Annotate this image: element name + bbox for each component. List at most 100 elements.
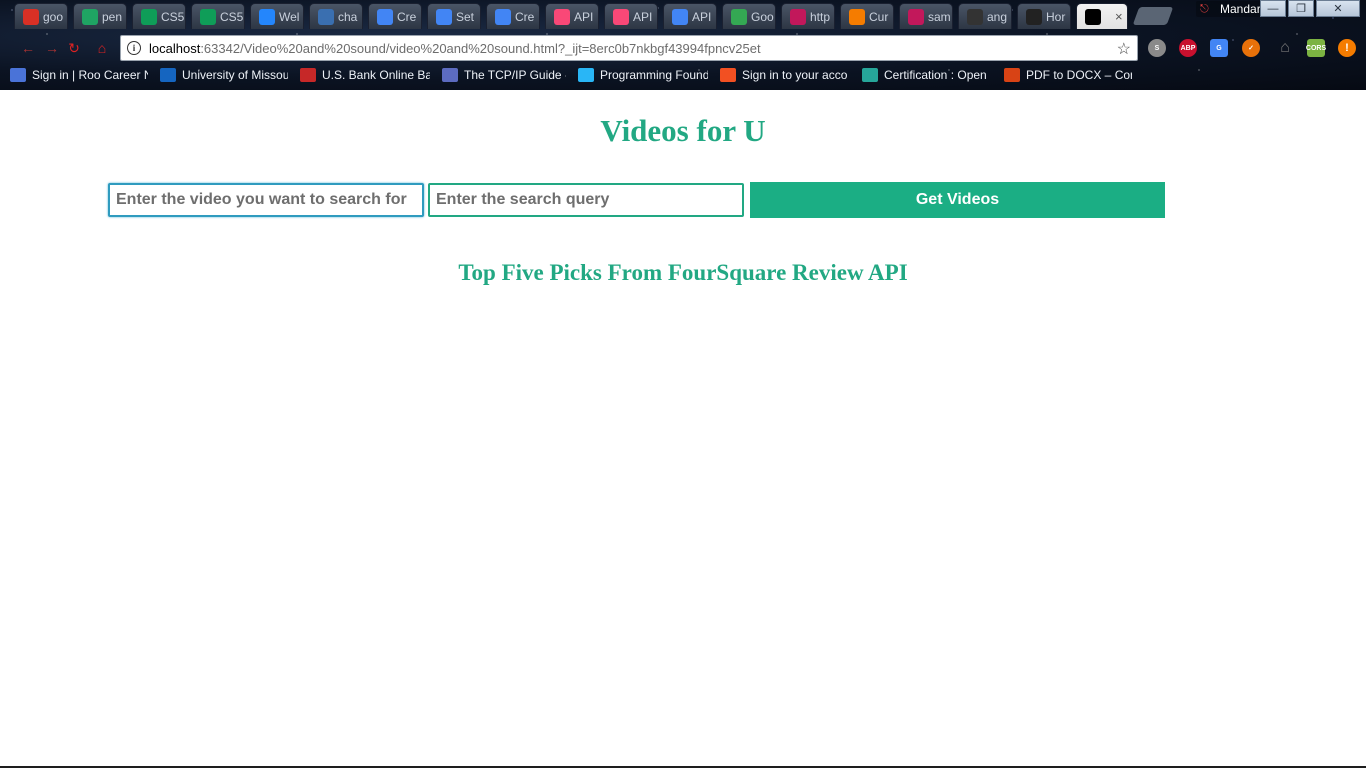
search-query-input[interactable] <box>428 183 744 217</box>
bookmark-star-icon[interactable]: ☆ <box>1117 39 1131 59</box>
browser-tab[interactable]: Wel <box>250 3 304 29</box>
bookmark-label: PDF to DOCX – Conv <box>1026 68 1132 82</box>
cors-extension-icon[interactable]: CORS <box>1306 39 1326 57</box>
tab-title: cha <box>338 9 358 24</box>
bookmark-item[interactable]: The TCP/IP Guide - In <box>442 68 566 82</box>
google-icon <box>436 8 452 25</box>
browser-tab[interactable]: Cre <box>486 3 540 29</box>
tab-title: http <box>810 9 831 24</box>
tab-title: Cre <box>515 9 535 24</box>
profile-icon: ⎋ <box>1200 3 1209 15</box>
search-form: Get Videos <box>108 182 1166 218</box>
stopwatch-extension-icon[interactable]: ✓ <box>1242 39 1260 57</box>
bookmark-label: The TCP/IP Guide - In <box>464 68 566 82</box>
browser-tab[interactable]: Hor <box>1017 3 1071 29</box>
forward-icon[interactable]: → <box>44 40 60 56</box>
bookmark-item[interactable]: Programming Found <box>578 68 708 82</box>
page-content: Videos for U Get Videos Top Five Picks F… <box>0 90 1366 766</box>
gmail-icon <box>23 8 39 25</box>
bookmark-item[interactable]: Sign in | Roo Career N <box>10 68 148 82</box>
minimize-button[interactable]: — <box>1260 0 1286 17</box>
browser-tab[interactable]: API <box>604 3 658 29</box>
browser-tab[interactable]: pen <box>73 3 127 29</box>
bookmark-item[interactable]: Sign in to your acco <box>720 68 850 82</box>
github-icon <box>1026 8 1042 25</box>
browser-tab[interactable]: sam <box>899 3 953 29</box>
google-sheets-icon <box>200 8 216 25</box>
new-tab-button[interactable] <box>1132 7 1174 25</box>
adblock-plus-icon[interactable]: ABP <box>1179 39 1197 57</box>
google-sheets-icon <box>141 8 157 25</box>
browser-tab[interactable]: ang <box>958 3 1012 29</box>
document-icon <box>908 8 924 25</box>
close-window-button[interactable]: ✕ <box>1316 0 1360 17</box>
bank-icon <box>300 68 316 82</box>
box-icon <box>259 8 275 25</box>
tab-title: Goo <box>751 9 774 24</box>
certificate-icon <box>862 68 878 82</box>
bookmark-label: Certification : Open <box>884 68 987 82</box>
home-icon[interactable]: ⌂ <box>94 40 110 56</box>
get-videos-button[interactable]: Get Videos <box>750 182 1165 218</box>
reload-icon[interactable]: ↻ <box>66 40 82 56</box>
browser-tab[interactable]: Goo <box>722 3 776 29</box>
pdf-icon <box>1004 68 1020 82</box>
results-heading: Top Five Picks From FourSquare Review AP… <box>458 260 908 285</box>
browser-tab[interactable]: CS5 <box>132 3 186 29</box>
browser-tab[interactable]: Cur <box>840 3 894 29</box>
google-icon <box>377 8 393 25</box>
address-bar[interactable]: i localhost:63342/Video%20and%20sound/vi… <box>120 35 1138 61</box>
home-extension-icon[interactable]: ⌂ <box>1276 39 1294 57</box>
bookmark-label: U.S. Bank Online Ban <box>322 68 430 82</box>
wiki-icon <box>578 68 594 82</box>
google-icon <box>495 8 511 25</box>
tab-title: Cur <box>869 9 889 24</box>
url-path: :63342/Video%20and%20sound/video%20and%2… <box>200 40 761 56</box>
back-icon[interactable]: ← <box>20 40 36 56</box>
bookmark-item[interactable]: Certification : Open <box>862 68 992 82</box>
site-info-icon[interactable]: i <box>127 41 141 55</box>
bookmark-item[interactable]: University of Missou <box>160 68 288 82</box>
bookmarks-bar: Sign in | Roo Career N University of Miss… <box>0 62 1366 88</box>
video-search-input[interactable] <box>108 183 424 217</box>
microsoft-icon <box>720 68 736 82</box>
bookmark-icon <box>10 68 26 82</box>
browser-tab[interactable]: API <box>545 3 599 29</box>
tab-title: sam <box>928 9 951 24</box>
network-icon <box>442 68 458 82</box>
alert-extension-icon[interactable]: ! <box>1338 39 1356 57</box>
window-controls: — ❐ ✕ <box>1260 0 1360 17</box>
browser-chrome: goo pen CS5 CS5 Wel cha Cre Set Cre API API API Goo h… <box>0 0 1366 90</box>
browser-tab[interactable]: cha <box>309 3 363 29</box>
browser-tab[interactable]: × <box>1076 3 1128 29</box>
bookmark-item[interactable]: PDF to DOCX – Conv <box>1004 68 1132 82</box>
bookmark-label: Programming Found <box>600 68 708 82</box>
tab-strip: goo pen CS5 CS5 Wel cha Cre Set Cre API API API Goo h… <box>0 0 1366 30</box>
tab-title: API <box>692 9 712 24</box>
browser-tab[interactable]: http <box>781 3 835 29</box>
close-tab-icon[interactable]: × <box>1115 9 1123 24</box>
tab-title: API <box>633 9 653 24</box>
browser-tab[interactable]: Cre <box>368 3 422 29</box>
browser-tab[interactable]: goo <box>14 3 68 29</box>
restore-button[interactable]: ❐ <box>1288 0 1314 17</box>
browser-toolbar: ← → ↻ ⌂ i localhost:63342/Video%20and%20… <box>0 32 1366 62</box>
browser-tab[interactable]: API <box>663 3 717 29</box>
browser-tab[interactable]: Set <box>427 3 481 29</box>
tab-title: Hor <box>1046 9 1066 24</box>
google-drive-icon <box>82 8 98 25</box>
tab-title: CS5 <box>161 9 185 24</box>
tool-icon <box>849 8 865 25</box>
browser-tab[interactable]: CS5 <box>191 3 245 29</box>
bookmark-label: University of Missou <box>182 68 288 82</box>
webstorm-icon <box>1085 8 1101 25</box>
google-translate-icon[interactable]: G <box>1210 39 1228 57</box>
skype-extension-icon[interactable]: S <box>1148 39 1166 57</box>
document-icon <box>790 8 806 25</box>
foursquare-icon <box>613 8 629 25</box>
profile-button[interactable]: ⎋ Mandar <box>1196 1 1269 17</box>
bookmark-label: Sign in | Roo Career N <box>32 68 148 82</box>
bookmark-item[interactable]: U.S. Bank Online Ban <box>300 68 430 82</box>
google-icon <box>731 8 747 25</box>
tab-title: CS5 <box>220 9 244 24</box>
